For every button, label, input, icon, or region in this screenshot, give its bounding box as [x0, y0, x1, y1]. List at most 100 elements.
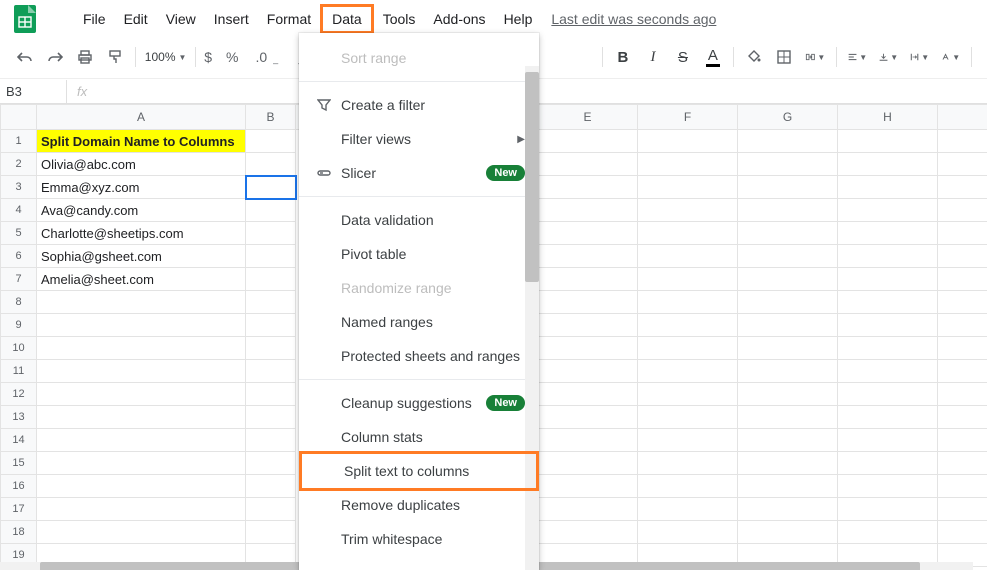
- paint-format-button[interactable]: [100, 45, 130, 69]
- cell[interactable]: [838, 291, 938, 314]
- menu-help[interactable]: Help: [495, 7, 542, 31]
- cell[interactable]: [638, 314, 738, 337]
- row-header[interactable]: 17: [1, 498, 37, 521]
- cell[interactable]: [538, 130, 638, 153]
- cell[interactable]: [538, 176, 638, 199]
- text-color-button[interactable]: A: [698, 43, 728, 71]
- cell[interactable]: [638, 291, 738, 314]
- menu-item-filter-views[interactable]: Filter views ▶: [299, 122, 539, 156]
- cell[interactable]: [37, 452, 246, 475]
- cell[interactable]: [246, 452, 296, 475]
- cell[interactable]: [938, 268, 987, 291]
- cell[interactable]: [246, 245, 296, 268]
- cell[interactable]: [938, 222, 987, 245]
- cell[interactable]: [638, 521, 738, 544]
- cell[interactable]: [838, 176, 938, 199]
- cell[interactable]: [738, 337, 838, 360]
- menu-file[interactable]: File: [74, 7, 115, 31]
- vertical-align-button[interactable]: ▼: [873, 46, 904, 68]
- cell[interactable]: [738, 245, 838, 268]
- cell[interactable]: [738, 360, 838, 383]
- cell[interactable]: [37, 406, 246, 429]
- menu-edit[interactable]: Edit: [115, 7, 157, 31]
- cell[interactable]: [838, 153, 938, 176]
- cell[interactable]: [638, 383, 738, 406]
- cell[interactable]: [538, 429, 638, 452]
- cell[interactable]: [838, 268, 938, 291]
- sheets-logo[interactable]: [10, 4, 40, 34]
- cell[interactable]: [838, 130, 938, 153]
- cell[interactable]: [938, 314, 987, 337]
- format-currency-button[interactable]: $: [201, 49, 215, 65]
- cell[interactable]: [938, 153, 987, 176]
- cell[interactable]: Sophia@gsheet.com: [37, 245, 246, 268]
- cell[interactable]: [246, 429, 296, 452]
- cell[interactable]: [538, 245, 638, 268]
- menu-tools[interactable]: Tools: [374, 7, 425, 31]
- format-percent-button[interactable]: %: [223, 49, 241, 65]
- cell[interactable]: [838, 429, 938, 452]
- col-header[interactable]: B: [246, 105, 296, 130]
- redo-button[interactable]: [40, 45, 70, 69]
- cell[interactable]: [246, 268, 296, 291]
- row-header[interactable]: 12: [1, 383, 37, 406]
- cell[interactable]: [538, 268, 638, 291]
- cell[interactable]: [838, 314, 938, 337]
- row-header[interactable]: 2: [1, 153, 37, 176]
- cell[interactable]: [738, 452, 838, 475]
- cell[interactable]: [538, 521, 638, 544]
- cell[interactable]: [246, 199, 296, 222]
- row-header[interactable]: 5: [1, 222, 37, 245]
- row-header[interactable]: 11: [1, 360, 37, 383]
- row-header[interactable]: 18: [1, 521, 37, 544]
- cell[interactable]: [838, 475, 938, 498]
- cell[interactable]: [938, 245, 987, 268]
- bold-button[interactable]: B: [608, 45, 638, 70]
- cell[interactable]: [838, 245, 938, 268]
- cell[interactable]: [246, 130, 296, 153]
- col-header[interactable]: E: [538, 105, 638, 130]
- cell[interactable]: [246, 475, 296, 498]
- cell[interactable]: [538, 498, 638, 521]
- col-header[interactable]: A: [37, 105, 246, 130]
- cell[interactable]: [37, 429, 246, 452]
- cell[interactable]: [638, 475, 738, 498]
- cell[interactable]: [738, 268, 838, 291]
- row-header[interactable]: 13: [1, 406, 37, 429]
- cell[interactable]: [738, 130, 838, 153]
- cell[interactable]: [738, 199, 838, 222]
- row-header[interactable]: 16: [1, 475, 37, 498]
- menu-item-trim-whitespace[interactable]: Trim whitespace: [299, 522, 539, 556]
- cell[interactable]: [838, 498, 938, 521]
- last-edit-link[interactable]: Last edit was seconds ago: [551, 11, 716, 27]
- row-header[interactable]: 7: [1, 268, 37, 291]
- cell[interactable]: [738, 153, 838, 176]
- cell[interactable]: [838, 452, 938, 475]
- cell[interactable]: [246, 360, 296, 383]
- cell[interactable]: [638, 199, 738, 222]
- cell[interactable]: [738, 383, 838, 406]
- cell[interactable]: [638, 245, 738, 268]
- menu-item-slicer[interactable]: Slicer New: [299, 156, 539, 190]
- cell[interactable]: Split Domain Name to Columns: [37, 130, 246, 153]
- menu-item-pivot-table[interactable]: Pivot table: [299, 237, 539, 271]
- cell[interactable]: [538, 475, 638, 498]
- borders-button[interactable]: [769, 45, 799, 69]
- cell[interactable]: [738, 498, 838, 521]
- row-header[interactable]: 14: [1, 429, 37, 452]
- cell[interactable]: [37, 498, 246, 521]
- cell[interactable]: [738, 475, 838, 498]
- col-header[interactable]: H: [838, 105, 938, 130]
- cell[interactable]: [638, 153, 738, 176]
- cell[interactable]: [938, 130, 987, 153]
- cell[interactable]: [538, 222, 638, 245]
- row-header[interactable]: 1: [1, 130, 37, 153]
- cell[interactable]: [246, 176, 296, 199]
- cell[interactable]: Charlotte@sheetips.com: [37, 222, 246, 245]
- cell[interactable]: Amelia@sheet.com: [37, 268, 246, 291]
- cell[interactable]: Ava@candy.com: [37, 199, 246, 222]
- cell[interactable]: [37, 521, 246, 544]
- cell[interactable]: [638, 498, 738, 521]
- cell[interactable]: [37, 360, 246, 383]
- cell[interactable]: [738, 176, 838, 199]
